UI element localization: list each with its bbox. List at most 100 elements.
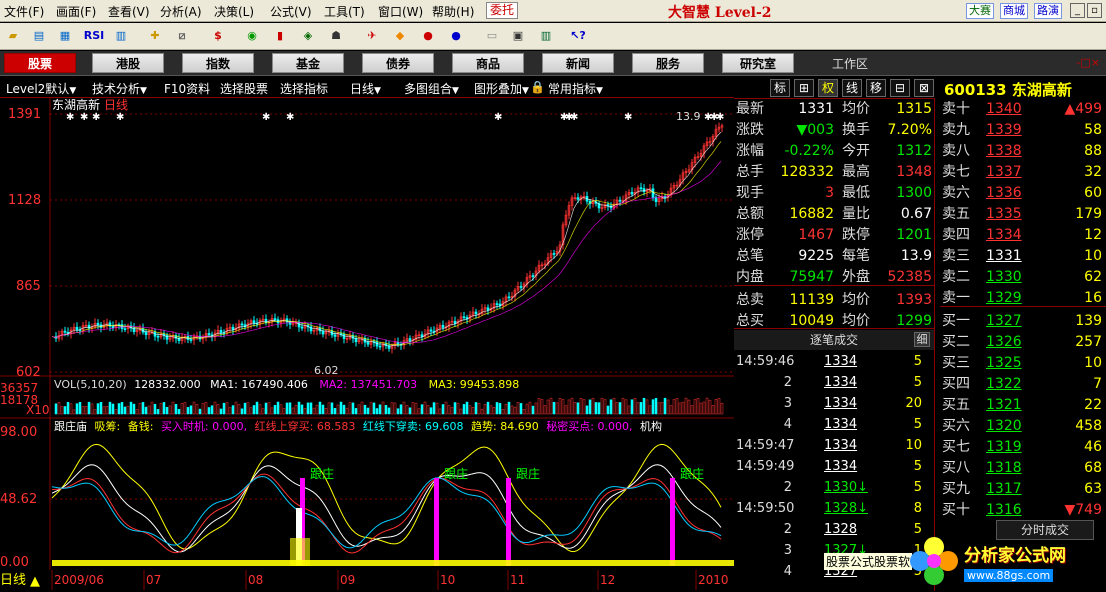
rsi-icon[interactable]: RSI: [81, 27, 107, 45]
nav-hk-stocks[interactable]: 港股: [92, 53, 164, 73]
quote-window-icon[interactable]: ▦: [55, 27, 75, 45]
tab-quote-mark[interactable]: 标: [770, 79, 790, 97]
chart-window-icon[interactable]: ▤: [29, 27, 49, 45]
mall-button[interactable]: 商城: [1000, 3, 1028, 19]
volume-bar: [384, 405, 388, 415]
nav-index[interactable]: 指数: [182, 53, 254, 73]
period-mode-label[interactable]: 日线: [0, 573, 26, 588]
ask-row[interactable]: 卖二 1330 62: [940, 267, 1106, 288]
tab-quote-move[interactable]: 移: [866, 79, 886, 97]
bid-row[interactable]: 买二 1326 257: [940, 332, 1106, 353]
tab-level2-default[interactable]: Level2默认▼: [6, 80, 76, 97]
menu-formula[interactable]: 公式(V): [270, 3, 312, 20]
ask-row[interactable]: 卖一 1329 16: [940, 288, 1106, 309]
diamond-icon[interactable]: ◆: [390, 27, 410, 45]
bid-row[interactable]: 买一 1327 139: [940, 311, 1106, 332]
ask-row[interactable]: 卖七 1337 32: [940, 162, 1106, 183]
bid-row[interactable]: 买四 1322 7: [940, 374, 1106, 395]
menu-screen[interactable]: 画面(F): [56, 3, 96, 20]
bid-row[interactable]: 买九 1317 63: [940, 479, 1106, 500]
tab-quote-grid[interactable]: ⊞: [794, 79, 814, 97]
tab-f10[interactable]: F10资料: [164, 80, 210, 97]
ask-row[interactable]: 卖九 1339 58: [940, 120, 1106, 141]
kline-icon[interactable]: ▮: [270, 27, 290, 45]
tab-multi-chart[interactable]: 多图组合▼: [404, 80, 459, 97]
bid-row[interactable]: 买十 1316 ▼749: [940, 500, 1106, 521]
contest-button[interactable]: 大赛: [966, 3, 994, 19]
minimize-icon[interactable]: _: [1070, 3, 1085, 18]
menu-window[interactable]: 窗口(W): [378, 3, 423, 20]
bid-row[interactable]: 买八 1318 68: [940, 458, 1106, 479]
menu-tools[interactable]: 工具(T): [324, 3, 365, 20]
nav-funds[interactable]: 基金: [272, 53, 344, 73]
tab-overlay[interactable]: 图形叠加▼: [474, 80, 529, 97]
nav-bonds[interactable]: 债券: [362, 53, 434, 73]
menu-view[interactable]: 查看(V): [108, 3, 150, 20]
kline-candle: [630, 191, 634, 195]
nav-research[interactable]: 研究室: [722, 53, 794, 73]
tab-select-indicator[interactable]: 选择指标: [280, 80, 328, 97]
bid-row[interactable]: 买三 1325 10: [940, 353, 1106, 374]
quote-value: 1315: [896, 101, 932, 117]
price-chart[interactable]: ✱ ✱ ✱ ✱ ✱ ✱ ✱ ✱✱✱ ✱ ✱✱✱ 东湖高新 日线 1391 1128 865 602…: [0, 98, 734, 591]
ruler-icon[interactable]: ⧄: [172, 27, 192, 45]
nav-services[interactable]: 服务: [632, 53, 704, 73]
bid-row[interactable]: 买五 1321 22: [940, 395, 1106, 416]
trade-detail-button[interactable]: 细: [914, 332, 930, 347]
table-icon[interactable]: ▥: [111, 27, 131, 45]
volume-bar: [276, 401, 280, 415]
crosshair-icon[interactable]: ✚: [145, 27, 165, 45]
bid-row[interactable]: 买七 1319 46: [940, 437, 1106, 458]
workarea-controls[interactable]: -□×: [1076, 56, 1100, 69]
ask-row[interactable]: 卖八 1338 88: [940, 141, 1106, 162]
binoculars-icon[interactable]: ◈: [298, 27, 318, 45]
tab-daily[interactable]: 日线▼: [350, 80, 381, 97]
quote-label: 涨跌: [736, 122, 764, 138]
menu-analysis[interactable]: 分析(A): [160, 3, 202, 20]
panel-expand-icon[interactable]: ⊟: [890, 79, 910, 97]
indicator-icon[interactable]: ◉: [242, 27, 262, 45]
workarea-label[interactable]: 工作区: [832, 55, 868, 72]
roadshow-button[interactable]: 路演: [1034, 3, 1062, 19]
nav-commodities[interactable]: 商品: [452, 53, 524, 73]
restore-icon[interactable]: ▫: [1087, 3, 1102, 18]
red-circle-icon[interactable]: ●: [418, 27, 438, 45]
kline-candle: [96, 322, 100, 326]
book-volume: 68: [1084, 460, 1102, 476]
menu-help[interactable]: 帮助(H): [432, 3, 474, 20]
book-price: 1331: [986, 248, 1022, 264]
books-icon[interactable]: ▥: [536, 27, 556, 45]
open-folder-icon[interactable]: ▰: [3, 27, 23, 45]
nav-news[interactable]: 新闻: [542, 53, 614, 73]
delegate-button[interactable]: 委托: [486, 2, 518, 19]
alert-icon[interactable]: ✈: [362, 27, 382, 45]
tab-technical-analysis[interactable]: 技术分析▼: [92, 80, 147, 97]
panel-close-icon[interactable]: ⊠: [914, 79, 934, 97]
menu-file[interactable]: 文件(F): [4, 3, 44, 20]
menu-decision[interactable]: 决策(L): [214, 3, 254, 20]
tab-select-stock[interactable]: 选择股票: [220, 80, 268, 97]
volume-bar: [78, 401, 82, 415]
tab-quote-line[interactable]: 线: [842, 79, 862, 97]
ask-row[interactable]: 卖六 1336 60: [940, 183, 1106, 204]
printer-icon[interactable]: ▭: [482, 27, 502, 45]
dollar-icon[interactable]: $: [208, 27, 228, 45]
window-icon[interactable]: ▣: [508, 27, 528, 45]
tab-quote-rights[interactable]: 权: [818, 79, 838, 97]
ask-row[interactable]: 卖四 1334 12: [940, 225, 1106, 246]
bid-row[interactable]: 买六 1320 458: [940, 416, 1106, 437]
trade-row: 14:59:50 1328↓ 8: [734, 498, 934, 519]
volume-bar: [429, 407, 433, 415]
tab-common-indicator[interactable]: 常用指标▼: [548, 80, 603, 97]
toolbar: ▰ ▤ ▦ RSI ▥ ✚ ⧄ $ ◉ ▮ ◈ ☗ ✈ ◆ ● ● ▭ ▣ ▥ …: [0, 23, 1106, 50]
nav-stocks[interactable]: 股票: [4, 53, 76, 73]
ask-row[interactable]: 卖十 1340 ▲499: [940, 99, 1106, 120]
users-icon[interactable]: ☗: [326, 27, 346, 45]
quote-label: 均价: [842, 101, 870, 117]
volume-bar: [588, 399, 592, 415]
ask-row[interactable]: 卖五 1335 179: [940, 204, 1106, 225]
ask-row[interactable]: 卖三 1331 10: [940, 246, 1106, 267]
help-icon[interactable]: ↖?: [568, 27, 588, 45]
blue-circle-icon[interactable]: ●: [446, 27, 466, 45]
lock-icon[interactable]: 🔒: [530, 80, 545, 94]
